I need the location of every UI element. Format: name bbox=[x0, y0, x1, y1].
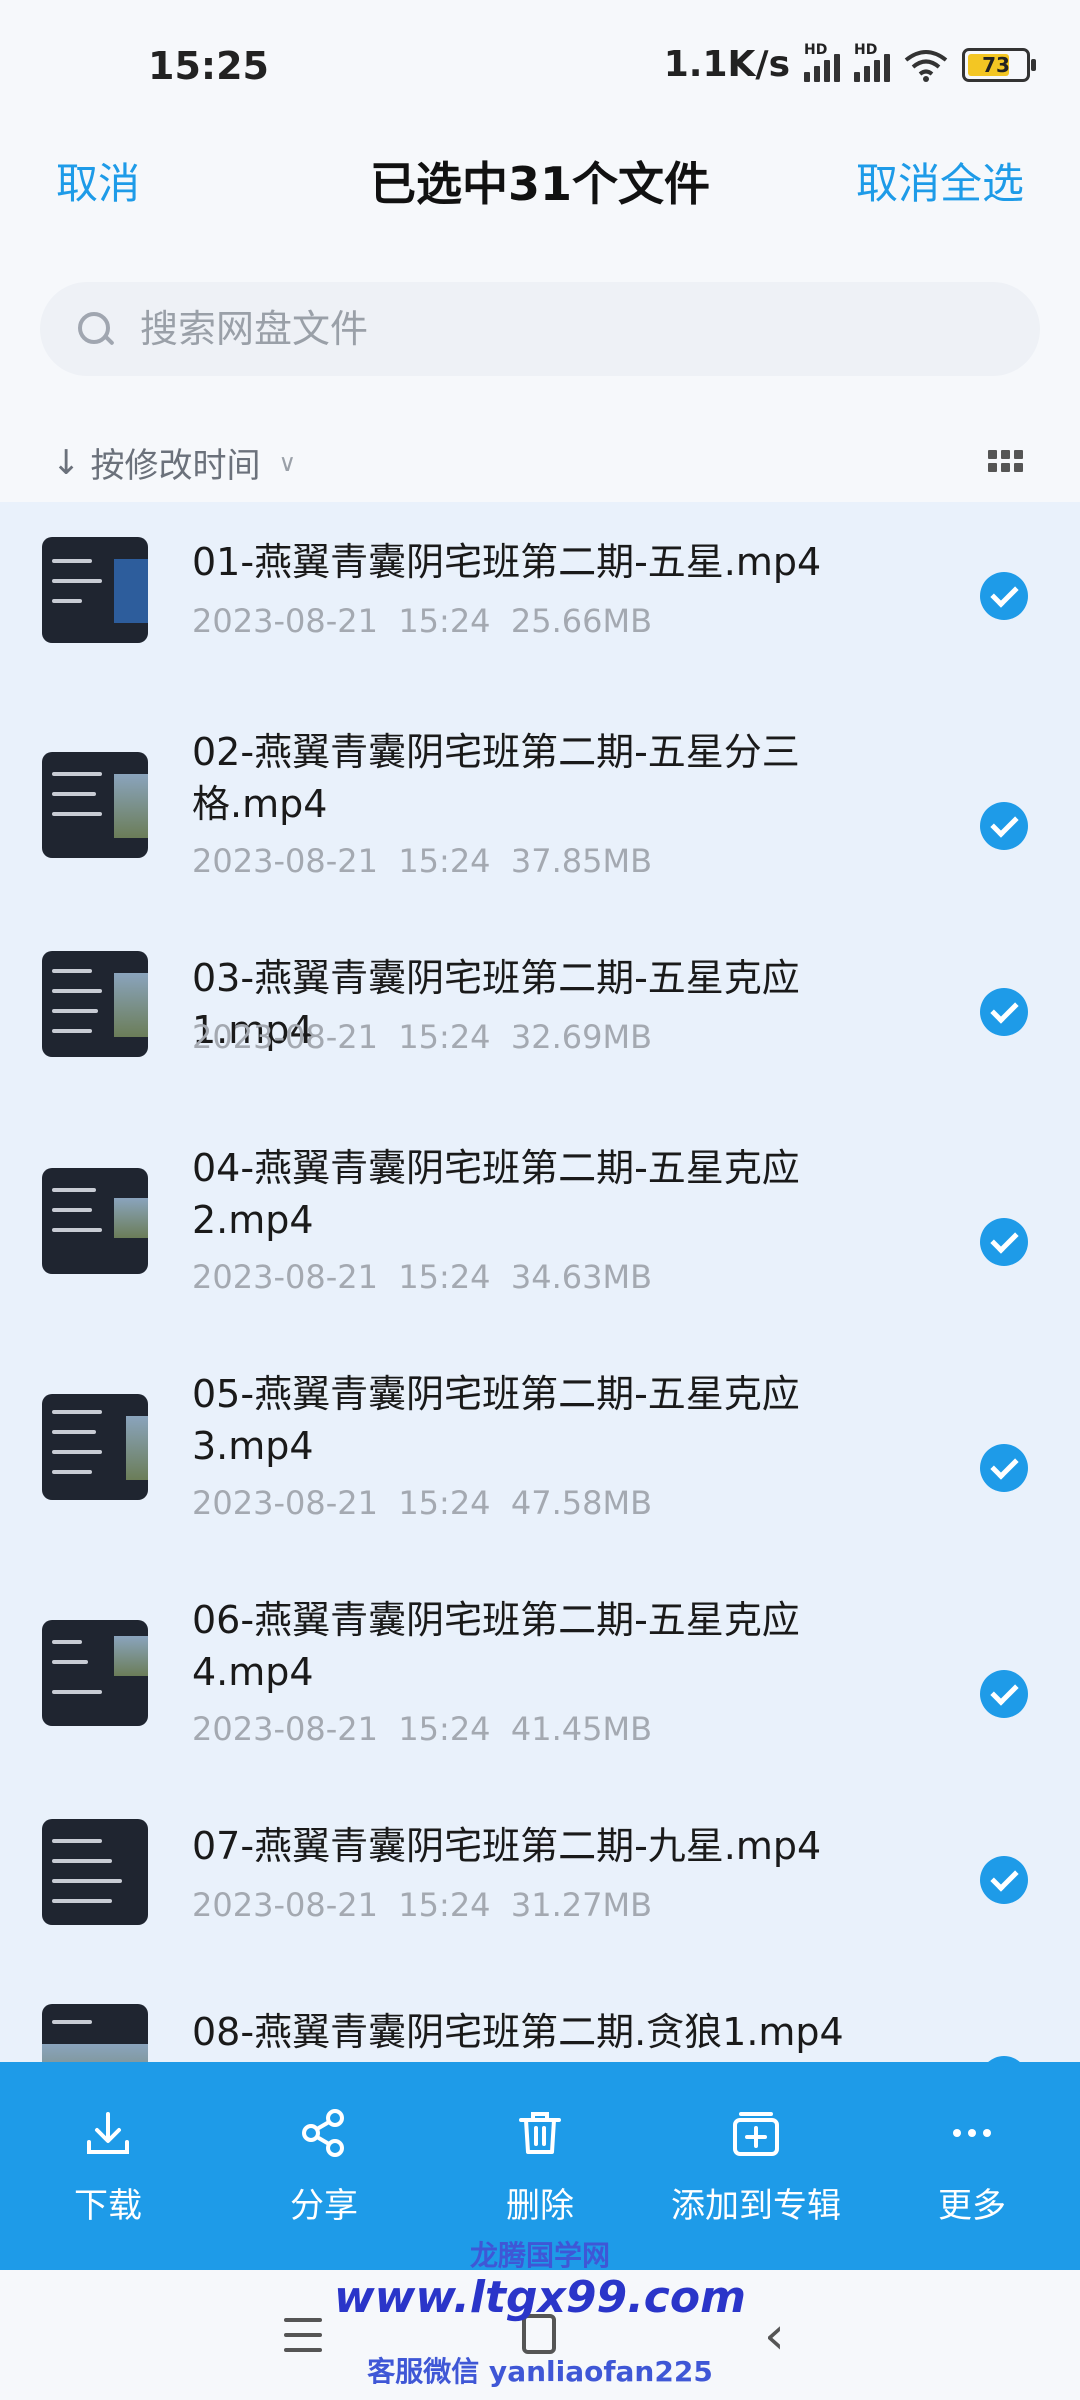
deselect-all-button[interactable]: 取消全选 bbox=[856, 150, 1024, 211]
video-thumbnail bbox=[42, 537, 148, 643]
share-icon bbox=[302, 2108, 344, 2157]
sort-bar: ↓ 按修改时间 ∨ bbox=[0, 430, 1080, 500]
file-meta: 2023-08-21 15:24 32.69MB bbox=[192, 1018, 653, 1056]
file-name: 04-燕翼青囊阴宅班第二期-五星克应2.mp4 bbox=[192, 1146, 800, 1242]
search-icon bbox=[78, 312, 112, 346]
add-to-album-label: 添加到专辑 bbox=[671, 2185, 841, 2226]
search-input[interactable] bbox=[138, 306, 942, 352]
file-row[interactable]: 04-燕翼青囊阴宅班第二期-五星克应2.mp4 2023-08-21 15:24… bbox=[0, 1108, 1080, 1334]
checkbox-checked-icon[interactable] bbox=[980, 1856, 1028, 1904]
status-time: 15:25 bbox=[148, 44, 269, 88]
delete-label: 删除 bbox=[506, 2185, 574, 2226]
video-thumbnail bbox=[42, 2004, 148, 2062]
file-name: 08-燕翼青囊阴宅班第二期.贪狼1.mp4 bbox=[192, 2010, 844, 2054]
chevron-down-icon: ∨ bbox=[278, 448, 297, 477]
file-meta: 2023-08-21 15:24 34.63MB bbox=[192, 1258, 653, 1296]
file-meta: 2023-08-21 15:24 41.45MB bbox=[192, 1710, 653, 1748]
battery-icon: 73 bbox=[962, 47, 1036, 82]
checkbox-checked-icon[interactable] bbox=[980, 1444, 1028, 1492]
file-name: 07-燕翼青囊阴宅班第二期-九星.mp4 bbox=[192, 1824, 822, 1868]
file-row[interactable]: 01-燕翼青囊阴宅班第二期-五星.mp4 2023-08-21 15:24 25… bbox=[0, 502, 1080, 692]
video-thumbnail bbox=[42, 752, 148, 858]
wifi-icon bbox=[904, 49, 948, 82]
more-label: 更多 bbox=[938, 2185, 1006, 2226]
more-icon bbox=[953, 2128, 991, 2137]
sort-arrow-icon: ↓ bbox=[52, 442, 81, 483]
watermark-name: 龙腾国学网 bbox=[469, 2239, 610, 2272]
download-icon bbox=[87, 2111, 129, 2154]
file-row[interactable]: 07-燕翼青囊阴宅班第二期-九星.mp4 2023-08-21 15:24 31… bbox=[0, 1786, 1080, 1976]
checkbox-checked-icon[interactable] bbox=[980, 1670, 1028, 1718]
file-name: 01-燕翼青囊阴宅班第二期-五星.mp4 bbox=[192, 540, 822, 584]
download-label: 下载 bbox=[74, 2185, 142, 2226]
file-row[interactable]: 08-燕翼青囊阴宅班第二期.贪狼1.mp4 bbox=[0, 1976, 1080, 2062]
battery-level: 73 bbox=[982, 52, 1010, 77]
file-name: 05-燕翼青囊阴宅班第二期-五星克应3.mp4 bbox=[192, 1372, 800, 1468]
sort-dropdown[interactable]: ↓ 按修改时间 ∨ bbox=[52, 438, 296, 487]
search-bar[interactable] bbox=[40, 282, 1040, 376]
file-row[interactable]: 03-燕翼青囊阴宅班第二期-五星克应1.mp4 2023-08-21 15:24… bbox=[0, 918, 1080, 1108]
video-thumbnail bbox=[42, 1394, 148, 1500]
watermark-site: www.ltgx99.com bbox=[334, 2272, 746, 2323]
watermark-contact: 客服微信 yanliaofan225 bbox=[367, 2355, 713, 2388]
share-label: 分享 bbox=[290, 2185, 358, 2226]
file-meta: 2023-08-21 15:24 25.66MB bbox=[192, 602, 653, 640]
file-name: 06-燕翼青囊阴宅班第二期-五星克应4.mp4 bbox=[192, 1598, 800, 1694]
video-thumbnail bbox=[42, 951, 148, 1057]
sort-label: 按修改时间 bbox=[90, 446, 261, 486]
file-row[interactable]: 06-燕翼青囊阴宅班第二期-五星克应4.mp4 2023-08-21 15:24… bbox=[0, 1560, 1080, 1786]
menu-icon[interactable] bbox=[284, 2318, 322, 2352]
add-album-icon bbox=[733, 2111, 779, 2156]
signal-icon: HD bbox=[854, 42, 890, 82]
status-icons: 1.1K/s HD HD 73 bbox=[663, 42, 1036, 85]
file-meta: 2023-08-21 15:24 31.27MB bbox=[192, 1886, 653, 1924]
checkbox-checked-icon[interactable] bbox=[980, 1218, 1028, 1266]
selection-header: 取消 已选中31个文件 取消全选 bbox=[0, 130, 1080, 230]
signal-icon: HD bbox=[804, 42, 840, 82]
checkbox-checked-icon[interactable] bbox=[980, 572, 1028, 620]
checkbox-checked-icon[interactable] bbox=[980, 802, 1028, 850]
grid-view-icon[interactable] bbox=[988, 450, 1023, 474]
file-row[interactable]: 02-燕翼青囊阴宅班第二期-五星分三格.mp4 2023-08-21 15:24… bbox=[0, 692, 1080, 918]
video-thumbnail bbox=[42, 1620, 148, 1726]
checkbox-checked-icon[interactable] bbox=[980, 988, 1028, 1036]
video-thumbnail bbox=[42, 1168, 148, 1274]
file-name: 02-燕翼青囊阴宅班第二期-五星分三格.mp4 bbox=[192, 730, 800, 826]
file-meta: 2023-08-21 15:24 47.58MB bbox=[192, 1484, 653, 1522]
video-thumbnail bbox=[42, 1819, 148, 1925]
trash-icon bbox=[519, 2111, 561, 2154]
status-bar: 15:25 1.1K/s HD HD 73 bbox=[0, 0, 1080, 130]
network-speed: 1.1K/s bbox=[663, 44, 790, 85]
file-meta: 2023-08-21 15:24 37.85MB bbox=[192, 842, 653, 880]
file-row[interactable]: 05-燕翼青囊阴宅班第二期-五星克应3.mp4 2023-08-21 15:24… bbox=[0, 1334, 1080, 1560]
file-list: 01-燕翼青囊阴宅班第二期-五星.mp4 2023-08-21 15:24 25… bbox=[0, 502, 1080, 2062]
